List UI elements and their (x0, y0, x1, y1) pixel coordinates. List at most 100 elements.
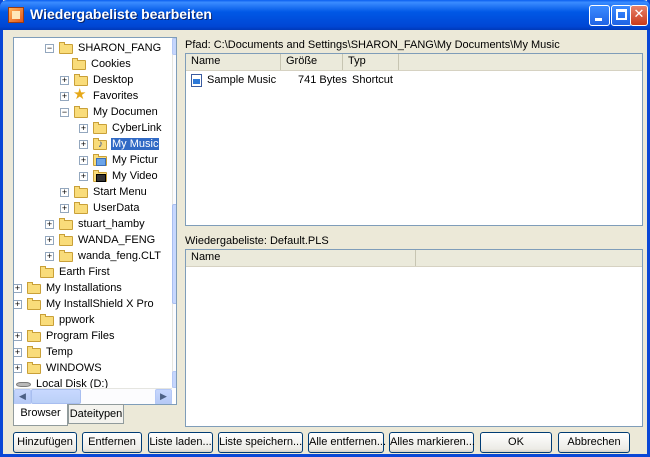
expand-icon[interactable]: + (60, 92, 69, 101)
tree-item-label: Favorites (93, 90, 139, 102)
file-type: Shortcut (352, 74, 393, 86)
tab-browser[interactable]: Browser (13, 404, 68, 426)
expand-icon[interactable]: + (60, 204, 69, 213)
file-list-header: Name Größe Typ (186, 54, 642, 71)
scroll-thumb[interactable] (31, 389, 81, 404)
cancel-button[interactable]: Abbrechen (558, 432, 630, 453)
select-all-button[interactable]: Alles markieren... (389, 432, 475, 453)
maximize-icon (616, 9, 627, 20)
column-header-size[interactable]: Größe (281, 54, 343, 70)
app-icon (8, 7, 24, 23)
folder-icon (58, 217, 74, 231)
playlist-header: Name (186, 250, 642, 267)
file-size: 741 Bytes (298, 74, 347, 86)
expand-icon[interactable]: + (79, 140, 88, 149)
star-icon: ★ (73, 86, 87, 103)
tree-horizontal-scrollbar[interactable]: ◀ ▶ (14, 388, 172, 404)
tree-item-label: WINDOWS (46, 362, 102, 374)
tab-dateitypen[interactable]: Dateitypen (68, 404, 124, 424)
tree-item-label: My Video (112, 170, 158, 182)
tree-item-label: Cookies (91, 58, 131, 70)
scroll-right-icon[interactable]: ▶ (155, 389, 172, 404)
tree-item-label: WANDA_FENG (78, 234, 156, 246)
tree-item-label: My InstallShield X Pro (46, 298, 154, 310)
file-list[interactable]: Name Größe Typ Sample Music 741 Bytes Sh… (185, 53, 643, 226)
column-header-name[interactable]: Name (186, 250, 416, 266)
tree-item-label: Earth First (59, 266, 110, 278)
tree-item-label: UserData (93, 202, 140, 214)
add-button[interactable]: Hinzufügen (13, 432, 77, 453)
minimize-button[interactable] (589, 5, 610, 26)
folder-icon (26, 345, 42, 359)
folder-icon (73, 185, 89, 199)
scroll-down-icon[interactable]: ▼ (172, 371, 176, 388)
folder-icon (92, 121, 108, 135)
remove-button[interactable]: Entfernen (82, 432, 142, 453)
expand-icon[interactable]: + (79, 156, 88, 165)
folder-icon (26, 329, 42, 343)
music-folder-icon: ♪ (92, 137, 108, 151)
column-header-name[interactable]: Name (186, 54, 281, 70)
expand-icon[interactable]: + (60, 76, 69, 85)
expand-icon[interactable]: + (14, 348, 22, 357)
pictures-folder-icon (92, 153, 108, 167)
file-name: Sample Music (207, 74, 277, 86)
expand-icon[interactable]: + (60, 188, 69, 197)
tree-item-label: Program Files (46, 330, 115, 342)
folder-icon (58, 233, 74, 247)
scroll-left-icon[interactable]: ◀ (14, 389, 31, 404)
remove-all-button[interactable]: Alle entfernen... (308, 432, 386, 453)
expand-icon[interactable]: + (14, 332, 22, 341)
ok-button[interactable]: OK (480, 432, 552, 453)
shortcut-file-icon (191, 74, 202, 87)
save-list-button[interactable]: Liste speichern... (218, 432, 303, 453)
scroll-up-icon[interactable]: ▲ (172, 38, 176, 55)
folder-icon (39, 313, 55, 327)
expand-icon[interactable]: + (14, 284, 22, 293)
playlist-label: Wiedergabeliste: Default.PLS (185, 235, 329, 247)
expand-icon[interactable]: + (45, 236, 54, 245)
tree-item-label: My Documen (93, 106, 158, 118)
close-button[interactable]: ✕ (630, 5, 648, 26)
folder-icon (73, 201, 89, 215)
load-list-button[interactable]: Liste laden... (148, 432, 213, 453)
expand-icon[interactable]: + (45, 220, 54, 229)
folder-icon (26, 297, 42, 311)
playlist-list[interactable]: Name (185, 249, 643, 427)
tree-vertical-scrollbar[interactable]: ▲ ▼ (172, 38, 176, 404)
tree-item-label: stuart_hamby (78, 218, 145, 230)
dialog-window: Wiedergabeliste bearbeiten ✕ − SHARON_FA… (0, 0, 650, 457)
folder-icon (71, 57, 87, 71)
tree-item-label: My Installations (46, 282, 122, 294)
tree-item-label: ppwork (59, 314, 95, 326)
folder-icon (73, 73, 89, 87)
tree-item-label: My Pictur (112, 154, 158, 166)
column-header-type[interactable]: Typ (343, 54, 399, 70)
collapse-icon[interactable]: − (60, 108, 69, 117)
expand-icon[interactable]: + (14, 300, 22, 309)
expand-icon[interactable]: + (14, 364, 22, 373)
maximize-button[interactable] (611, 5, 632, 26)
folder-icon (73, 105, 89, 119)
folder-icon (58, 249, 74, 263)
tree-item-label: CyberLink (112, 122, 162, 134)
folder-icon (58, 41, 74, 55)
title-bar[interactable]: Wiedergabeliste bearbeiten ✕ (0, 0, 650, 30)
folder-tree[interactable]: − SHARON_FANG Cookies + Desktop + ★ Favo… (13, 37, 177, 405)
tree-item-label: SHARON_FANG (78, 42, 162, 54)
tree-item-label: My Music (111, 138, 160, 150)
scroll-thumb[interactable] (172, 204, 176, 304)
close-icon: ✕ (633, 7, 645, 22)
folder-icon (39, 265, 55, 279)
collapse-icon[interactable]: − (45, 44, 54, 53)
expand-icon[interactable]: + (45, 252, 54, 261)
video-folder-icon (92, 169, 108, 183)
tree-item-label: wanda_feng.CLT (78, 250, 161, 262)
folder-icon (26, 281, 42, 295)
expand-icon[interactable]: + (79, 172, 88, 181)
tree-item-label: Start Menu (93, 186, 147, 198)
path-label: Pfad: C:\Documents and Settings\SHARON_F… (185, 39, 560, 51)
tree-item-label: Desktop (93, 74, 134, 86)
expand-icon[interactable]: + (79, 124, 88, 133)
minimize-icon (595, 18, 602, 21)
